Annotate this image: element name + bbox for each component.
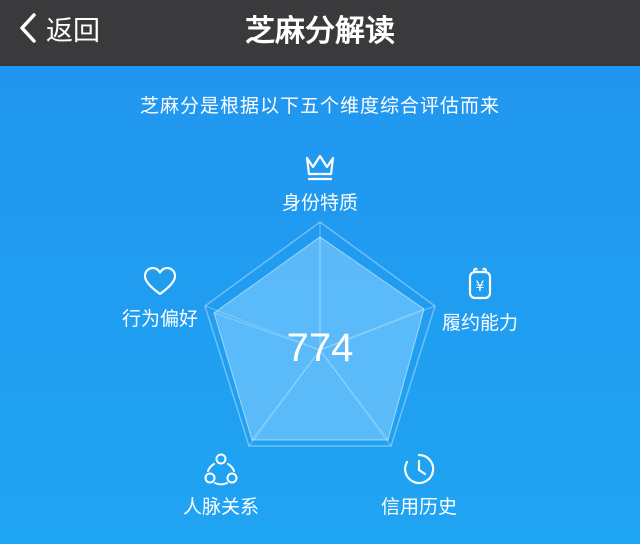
dimension-identity[interactable]: 身份特质 bbox=[250, 152, 390, 215]
clock-icon bbox=[404, 453, 435, 485]
heart-icon bbox=[143, 266, 177, 296]
dimension-label: 身份特质 bbox=[281, 192, 358, 214]
crown-icon bbox=[305, 154, 335, 181]
network-icon bbox=[204, 453, 238, 486]
dimension-ability[interactable]: ¥ 履约能力 bbox=[410, 266, 550, 335]
yuan-bag-icon: ¥ bbox=[468, 267, 492, 300]
dimension-label: 行为偏好 bbox=[121, 308, 198, 330]
dimension-label: 人脉关系 bbox=[182, 496, 259, 518]
dimension-label: 信用历史 bbox=[380, 496, 457, 518]
svg-text:¥: ¥ bbox=[476, 279, 485, 295]
dimension-label: 履约能力 bbox=[441, 312, 518, 334]
dimension-behavior[interactable]: 行为偏好 bbox=[90, 266, 230, 331]
dimension-network[interactable]: 人脉关系 bbox=[151, 452, 291, 519]
dimension-history[interactable]: 信用历史 bbox=[349, 452, 489, 519]
